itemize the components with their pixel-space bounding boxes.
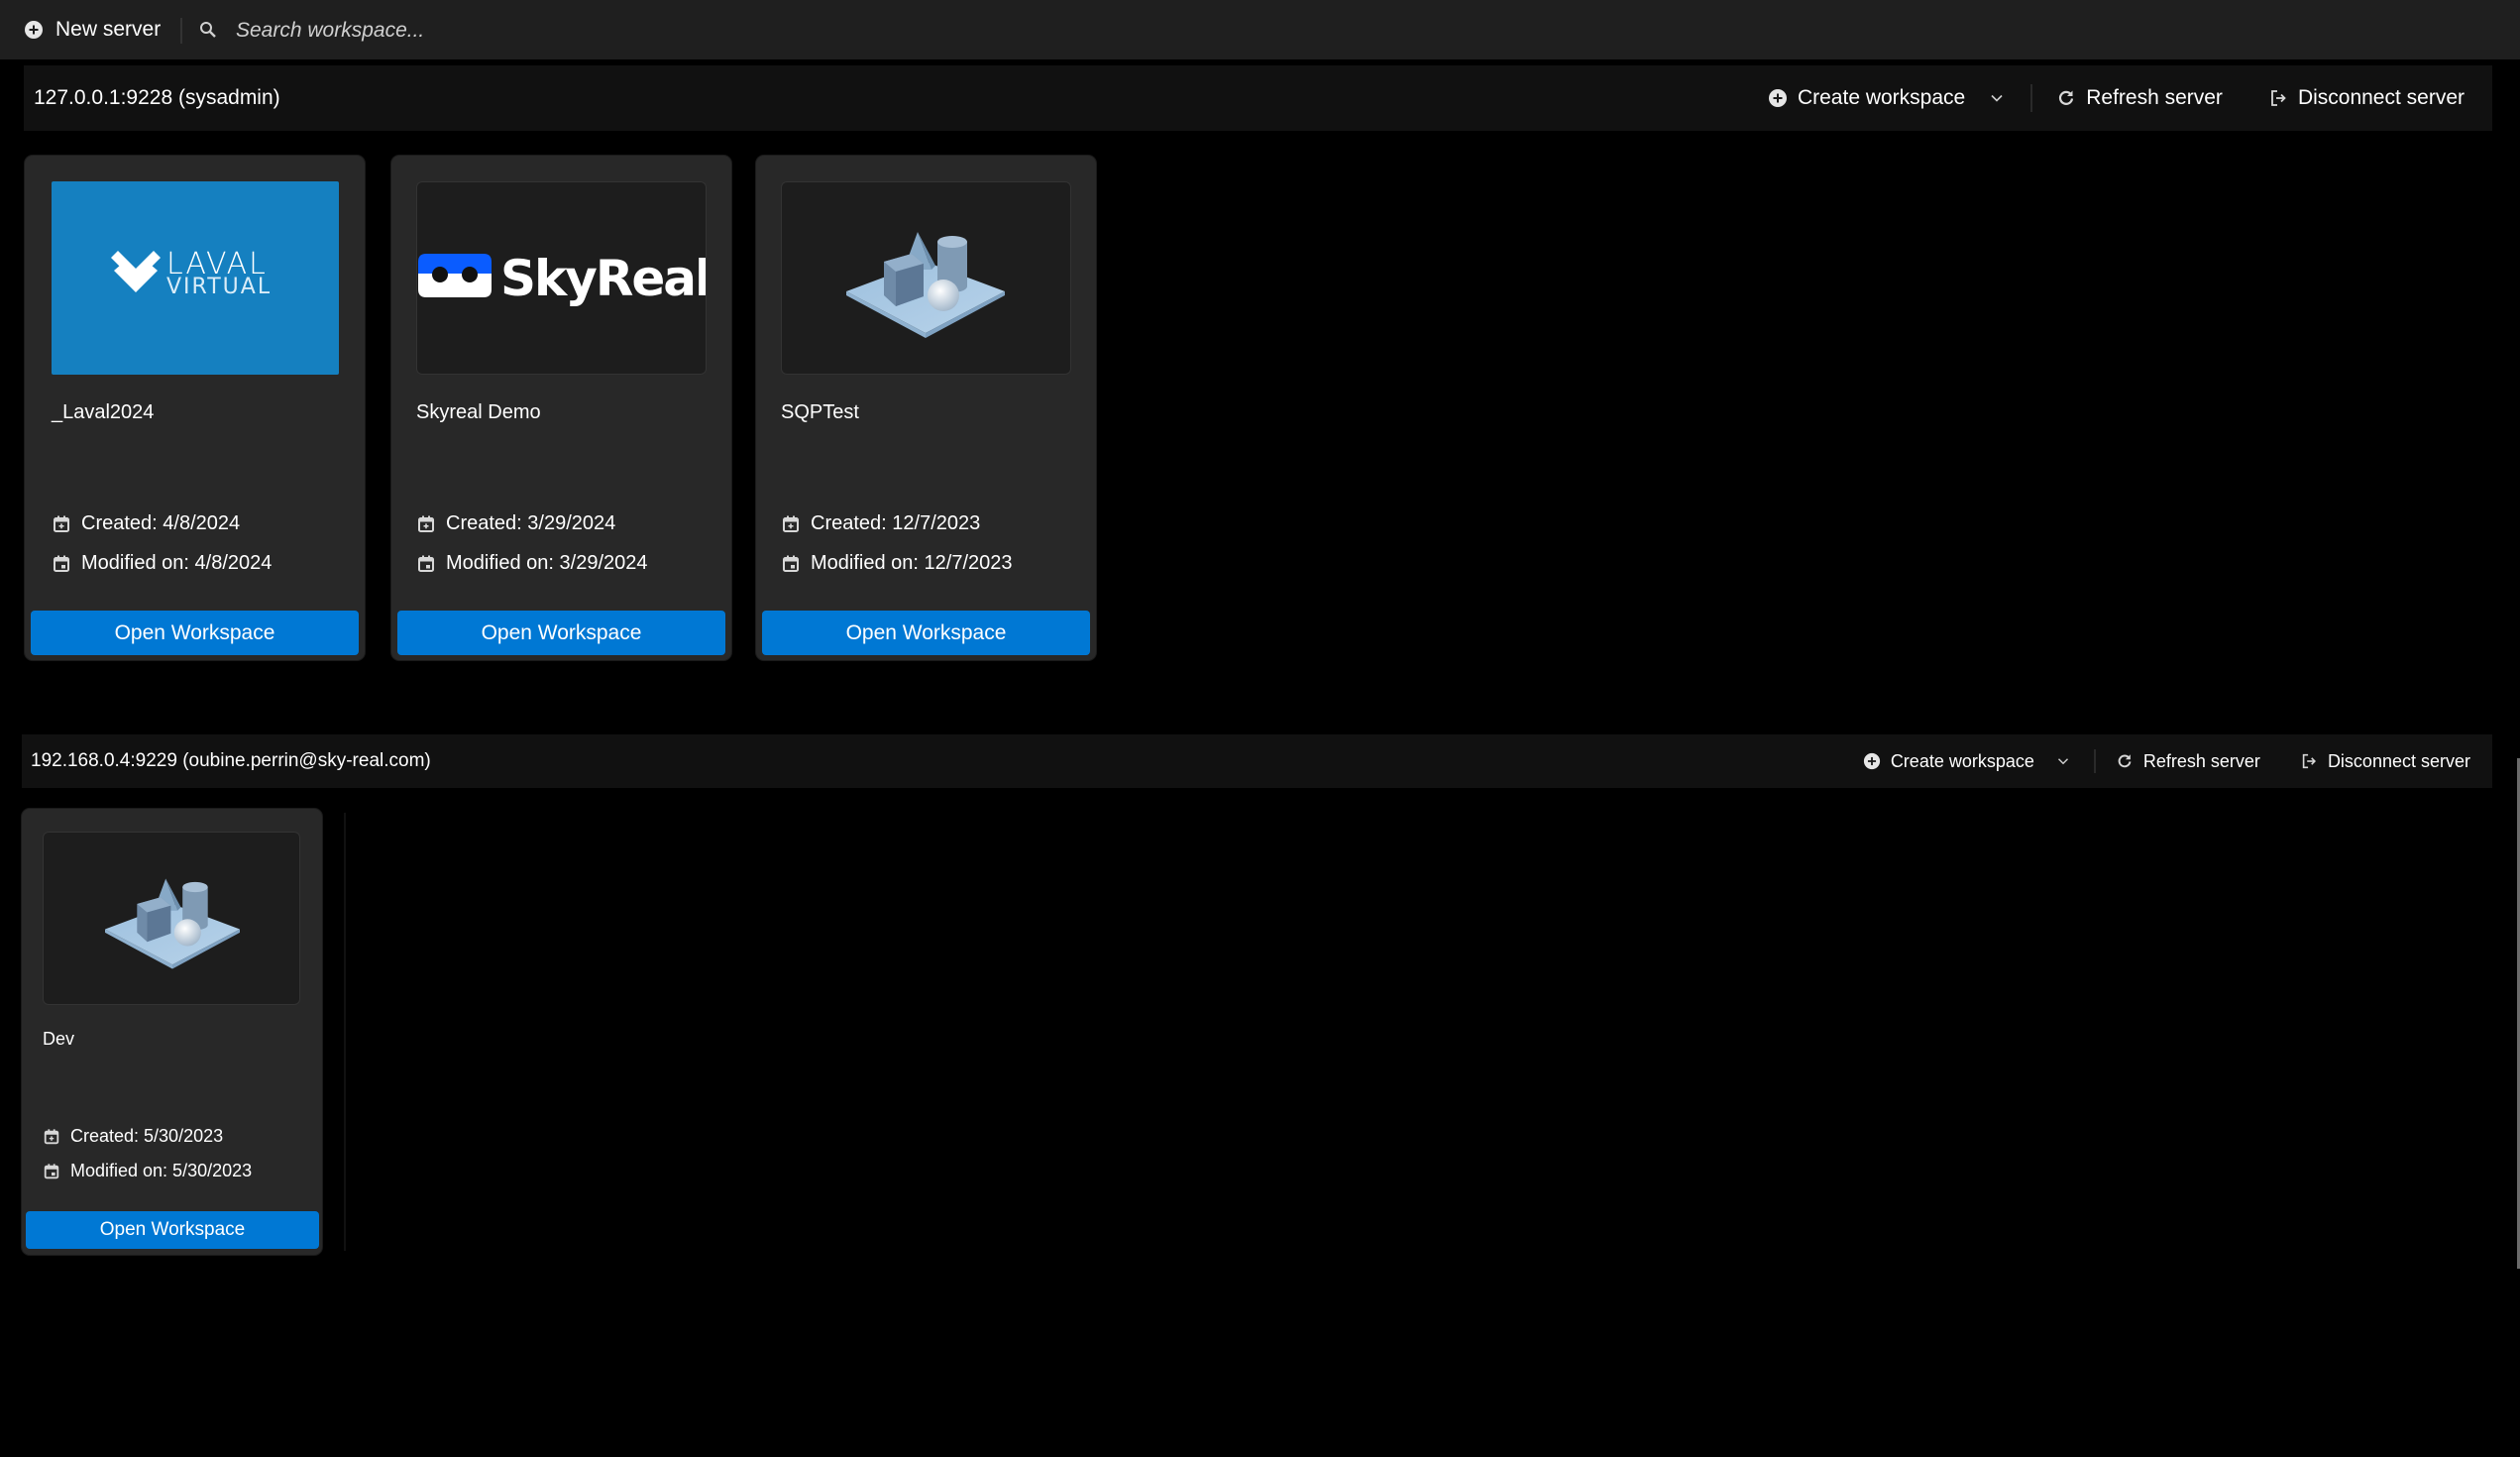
workspace-name: _Laval2024	[52, 401, 155, 423]
disconnect-server-button[interactable]: Disconnect server	[2300, 751, 2470, 772]
open-workspace-button[interactable]: Open Workspace	[26, 1211, 319, 1249]
refresh-icon	[2116, 752, 2134, 770]
modified-date: Modified on: 5/30/2023	[43, 1161, 252, 1181]
laval-logo-line2: VIRTUAL	[166, 275, 272, 299]
chevron-down-icon	[1987, 88, 2007, 108]
modified-text: Modified on: 12/7/2023	[811, 552, 1013, 574]
created-text: Created: 5/30/2023	[70, 1126, 224, 1146]
open-workspace-button[interactable]: Open Workspace	[762, 611, 1090, 655]
modified-text: Modified on: 5/30/2023	[70, 1161, 253, 1180]
open-workspace-button[interactable]: Open Workspace	[31, 611, 359, 655]
create-workspace-label: Create workspace	[1890, 750, 2034, 771]
calendar-add-icon	[416, 514, 436, 534]
workspace-name: Skyreal Demo	[416, 401, 541, 423]
skyreal-logo: SkyReal	[418, 250, 707, 307]
top-toolbar: New server	[0, 0, 2520, 59]
3d-shapes-scene-image	[44, 833, 300, 1005]
logout-icon	[2300, 752, 2318, 770]
create-workspace-button[interactable]: Create workspace	[1768, 86, 1965, 110]
card-list-divider	[344, 813, 346, 1251]
server-actions: Create workspace Refresh server Disconne…	[1863, 734, 2492, 788]
3d-shapes-scene-image	[782, 182, 1071, 375]
new-server-label: New server	[55, 18, 162, 41]
created-text: Created: 12/7/2023	[811, 512, 981, 534]
create-workspace-button[interactable]: Create workspace	[1863, 751, 2034, 772]
search-icon	[200, 22, 216, 38]
refresh-server-label: Refresh server	[2086, 86, 2223, 109]
server-actions: Create workspace Refresh server Disconne…	[1768, 65, 2492, 131]
calendar-add-icon	[781, 514, 801, 534]
logout-icon	[2268, 88, 2288, 108]
server-bar: 192.168.0.4:9229 (oubine.perrin@sky-real…	[22, 734, 2492, 788]
disconnect-server-label: Disconnect server	[2297, 86, 2465, 109]
refresh-icon	[2056, 88, 2076, 108]
search-workspace-input[interactable]	[234, 10, 832, 52]
workspace-card: LAVAL VIRTUAL _Laval2024 Created: 4/8/20…	[25, 156, 365, 660]
skyreal-logo-text: SkyReal	[500, 250, 707, 307]
created-date: Created: 4/8/2024	[52, 512, 240, 535]
workspace-card: SkyReal Skyreal Demo Created: 3/29/2024 …	[391, 156, 731, 660]
created-date: Created: 5/30/2023	[43, 1126, 223, 1147]
calendar-add-icon	[52, 514, 71, 534]
workspace-thumbnail: SkyReal	[416, 181, 707, 375]
plus-circle-icon	[1863, 752, 1881, 770]
refresh-server-button[interactable]: Refresh server	[2056, 86, 2223, 110]
toolbar-divider	[180, 18, 182, 44]
server-bar: 127.0.0.1:9228 (sysadmin) Create workspa…	[24, 65, 2492, 131]
server-title: 192.168.0.4:9229 (oubine.perrin@sky-real…	[31, 750, 431, 771]
workspace-thumbnail	[781, 181, 1071, 375]
workspace-thumbnail: LAVAL VIRTUAL	[52, 181, 339, 375]
actions-divider	[2030, 84, 2033, 112]
created-date: Created: 3/29/2024	[416, 512, 615, 535]
new-server-button[interactable]: New server	[24, 0, 161, 59]
actions-divider	[2093, 749, 2096, 773]
modified-date: Modified on: 4/8/2024	[52, 552, 272, 575]
workspace-name: SQPTest	[781, 401, 859, 423]
create-workspace-dropdown[interactable]	[1987, 88, 2007, 108]
modified-text: Modified on: 3/29/2024	[446, 552, 648, 574]
calendar-event-icon	[52, 554, 71, 574]
refresh-server-button[interactable]: Refresh server	[2116, 751, 2260, 772]
modified-date: Modified on: 12/7/2023	[781, 552, 1013, 575]
disconnect-server-label: Disconnect server	[2327, 750, 2470, 771]
plus-circle-icon	[1768, 88, 1788, 108]
create-workspace-label: Create workspace	[1797, 86, 1966, 109]
workspace-name: Dev	[43, 1029, 75, 1049]
workspace-thumbnail	[43, 832, 300, 1005]
open-workspace-button[interactable]: Open Workspace	[397, 611, 725, 655]
created-text: Created: 4/8/2024	[81, 512, 241, 534]
workspace-card: Dev Created: 5/30/2023 Modified on: 5/30…	[22, 809, 322, 1255]
server-title: 127.0.0.1:9228 (sysadmin)	[34, 86, 280, 109]
calendar-event-icon	[781, 554, 801, 574]
modified-date: Modified on: 3/29/2024	[416, 552, 648, 575]
create-workspace-dropdown[interactable]	[2054, 752, 2072, 770]
created-date: Created: 12/7/2023	[781, 512, 980, 535]
workspace-card: SQPTest Created: 12/7/2023 Modified on: …	[756, 156, 1096, 660]
laval-virtual-logo: LAVAL VIRTUAL	[111, 247, 272, 299]
refresh-server-label: Refresh server	[2142, 750, 2260, 771]
disconnect-server-button[interactable]: Disconnect server	[2268, 86, 2465, 110]
modified-text: Modified on: 4/8/2024	[81, 552, 273, 574]
calendar-add-icon	[43, 1128, 60, 1146]
plus-circle-icon	[24, 20, 44, 40]
created-text: Created: 3/29/2024	[446, 512, 616, 534]
calendar-event-icon	[416, 554, 436, 574]
chevron-down-icon	[2054, 752, 2072, 770]
calendar-event-icon	[43, 1163, 60, 1180]
